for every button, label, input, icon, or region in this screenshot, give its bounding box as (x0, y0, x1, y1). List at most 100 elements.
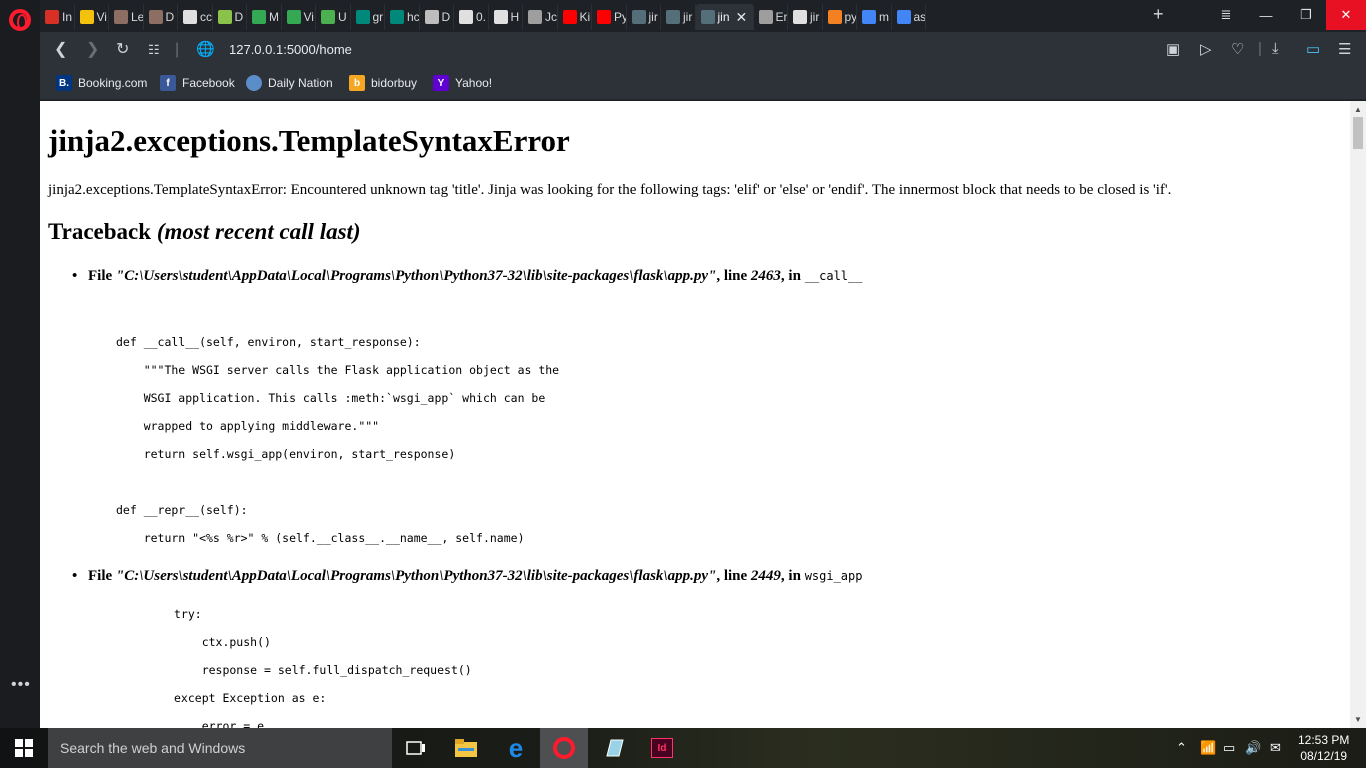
camera-icon[interactable]: ▣ (1166, 40, 1180, 58)
opera-taskbar-icon[interactable] (540, 728, 588, 768)
tab-label: as (913, 10, 926, 24)
code-block[interactable]: def __call__(self, environ, start_respon… (116, 328, 559, 552)
traceback-heading: Traceback (most recent call last) (48, 219, 361, 245)
minimize-icon[interactable]: — (1246, 0, 1286, 30)
tab[interactable]: 0. (454, 4, 489, 30)
tab[interactable]: Vi (75, 4, 109, 30)
gmail-icon (45, 10, 59, 24)
tab[interactable]: jir (788, 4, 823, 30)
tab-label: M (269, 10, 279, 24)
bookmark-item[interactable]: B. Booking.com (56, 75, 147, 91)
code-line: return "<%s %r>" % (self.__class__.__nam… (116, 531, 525, 545)
tab[interactable]: gr (351, 4, 385, 30)
dots-icon (217, 10, 232, 24)
reload-icon[interactable]: ↻ (116, 40, 129, 60)
tab[interactable]: m (857, 4, 892, 30)
bookmark-item[interactable]: Y Yahoo! (433, 75, 492, 91)
tab[interactable]: Py (592, 4, 627, 30)
traceback-frame[interactable]: • File "C:\Users\student\AppData\Local\P… (72, 568, 862, 585)
frame-path: "C:\Users\student\AppData\Local\Programs… (115, 568, 717, 584)
maximize-icon[interactable]: ❐ (1286, 0, 1326, 30)
bookmark-item[interactable]: f Facebook (160, 75, 235, 91)
window-close-icon[interactable]: ✕ (1326, 0, 1366, 30)
tab[interactable]: cc (178, 4, 213, 30)
tab[interactable]: jir (661, 4, 696, 30)
code-block[interactable]: try: ctx.push() response = self.full_dis… (174, 600, 472, 728)
tab-label: Ki (579, 10, 591, 24)
taskbar-search[interactable]: Search the web and Windows (48, 728, 392, 768)
app-icon[interactable] (590, 728, 638, 768)
page-icon (183, 10, 197, 24)
tab[interactable]: jin ✕ (695, 4, 754, 30)
new-tab-icon[interactable]: + (1153, 4, 1164, 25)
speed-dial-icon[interactable]: ☷ (148, 40, 160, 60)
heart-icon[interactable]: ♡ (1231, 40, 1244, 58)
tab[interactable]: D (144, 4, 178, 30)
frame-line-no: 2449 (750, 568, 781, 584)
scroll-thumb[interactable] (1353, 117, 1363, 149)
drive-icon (286, 10, 301, 24)
traceback-sub: (most recent call last) (156, 219, 361, 244)
show-hidden-icons-icon[interactable]: ⌃ (1176, 740, 1187, 756)
tab[interactable]: py (823, 4, 857, 30)
code-line: WSGI application. This calls :meth:`wsgi… (116, 391, 546, 405)
send-icon[interactable]: ▷ (1200, 40, 1212, 58)
bookmark-item[interactable]: b bidorbuy (349, 75, 417, 91)
page-icon (459, 10, 473, 24)
wifi-icon[interactable]: 📶 (1200, 740, 1216, 756)
terminal-icon (631, 10, 646, 24)
url-field[interactable]: 127.0.0.1:5000/home (229, 42, 352, 57)
error-page: jinja2.exceptions.TemplateSyntaxError ji… (40, 101, 1350, 728)
bullet: • (72, 568, 78, 584)
tab[interactable]: In (40, 4, 75, 30)
volume-icon[interactable]: 🔊 (1245, 740, 1261, 756)
google-icon (862, 10, 876, 24)
bookmark-item[interactable]: Daily Nation (246, 75, 333, 91)
frame-path: "C:\Users\student\AppData\Local\Programs… (115, 268, 717, 284)
tab[interactable]: D (213, 4, 247, 30)
notifications-icon[interactable]: ✉ (1270, 740, 1281, 756)
address-bar: ❮ ❯ ↻ ☷ | 🌐 127.0.0.1:5000/home ▣ ▷ ♡ | … (40, 32, 1366, 68)
tab[interactable]: Vi (282, 4, 316, 30)
page-scrollbar[interactable]: ▲ ▼ (1350, 101, 1366, 728)
tab[interactable]: Ki (558, 4, 592, 30)
frame-prefix: File (88, 568, 113, 584)
tab-label: jin (717, 10, 730, 24)
code-line: def __call__(self, environ, start_respon… (116, 335, 421, 349)
opera-logo-icon[interactable] (9, 9, 31, 31)
tab[interactable]: M (247, 4, 282, 30)
tab[interactable]: H (489, 4, 523, 30)
tab[interactable]: Er (754, 4, 788, 30)
back-icon[interactable]: ❮ (54, 40, 67, 60)
tab[interactable]: Le (109, 4, 144, 30)
scroll-up-icon[interactable]: ▲ (1354, 105, 1362, 114)
tab[interactable]: U (316, 4, 351, 30)
battery-icon[interactable]: ▭ (1223, 740, 1235, 756)
battery-saver-icon[interactable]: ▭ (1306, 40, 1320, 58)
edge-icon[interactable]: e (492, 728, 540, 768)
start-button[interactable] (0, 728, 48, 768)
forward-icon[interactable]: ❯ (86, 40, 99, 60)
tab-label: In (62, 10, 73, 24)
phone-icon (424, 10, 439, 24)
file-explorer-icon[interactable] (442, 728, 490, 768)
taskbar-clock[interactable]: 12:53 PM 08/12/19 (1298, 732, 1349, 764)
code-line: response = self.full_dispatch_request() (174, 663, 472, 677)
traceback-frame[interactable]: • File "C:\Users\student\AppData\Local\P… (72, 268, 862, 285)
task-view-icon[interactable] (392, 728, 440, 768)
tab[interactable]: Jc (523, 4, 558, 30)
close-tab-icon[interactable]: ✕ (736, 9, 748, 26)
tab[interactable]: hc (385, 4, 420, 30)
tab-label: Jc (545, 10, 557, 24)
tab-menu-icon[interactable]: ≣ (1206, 0, 1246, 30)
tab[interactable]: as (892, 4, 926, 30)
indesign-icon[interactable]: Id (638, 728, 686, 768)
more-icon[interactable]: ••• (11, 676, 31, 694)
bookmark-label: bidorbuy (371, 76, 418, 90)
download-icon[interactable]: ⤓ (1272, 40, 1279, 57)
scroll-down-icon[interactable]: ▼ (1354, 715, 1362, 724)
tab[interactable]: jir (627, 4, 661, 30)
tab[interactable]: D (420, 4, 454, 30)
easy-setup-icon[interactable]: ☰ (1338, 40, 1351, 58)
drive-icon (252, 10, 266, 24)
